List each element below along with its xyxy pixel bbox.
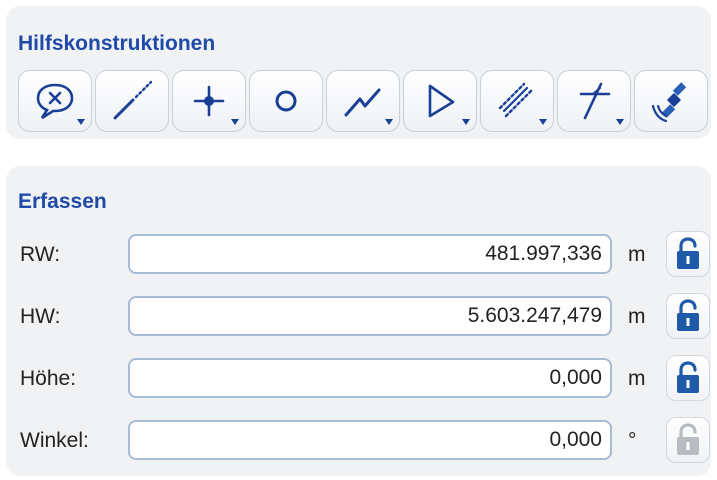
rw-unit: m — [628, 243, 646, 266]
hilfskonstruktionen-title: Hilfskonstruktionen — [18, 32, 216, 55]
tool-button-gps[interactable] — [634, 70, 708, 132]
tool-button-polyline[interactable] — [326, 70, 400, 132]
hw-input[interactable] — [128, 296, 612, 336]
angle-icon — [428, 84, 455, 118]
hoehe-label: Höhe: — [20, 367, 77, 390]
dotted-line-icon — [113, 80, 153, 120]
winkel-label: Winkel: — [20, 429, 89, 452]
tool-button-construction-line[interactable] — [95, 70, 169, 132]
dropdown-caret-icon — [616, 119, 624, 125]
point-crosshair-icon — [193, 85, 225, 117]
hoehe-input[interactable] — [128, 358, 612, 398]
dropdown-caret-icon — [539, 119, 547, 125]
hw-row: HW: m — [18, 293, 710, 340]
winkel-row: Winkel: ° — [18, 417, 710, 464]
winkel-unit: ° — [628, 429, 637, 452]
erfassen-title: Erfassen — [18, 190, 107, 213]
satellite-gps-icon — [651, 82, 687, 123]
winkel-input[interactable] — [128, 420, 612, 460]
hoehe-row: Höhe: m — [18, 355, 710, 402]
hoehe-unit: m — [628, 367, 646, 390]
rw-input[interactable] — [128, 234, 612, 274]
rw-row: RW: m — [18, 231, 710, 278]
speech-bubble-cross-icon — [36, 83, 74, 120]
disabled-padlock-icon — [677, 423, 699, 455]
hilfskonstruktionen-panel: Hilfskonstruktionen — [6, 6, 711, 139]
winkel-lock-button[interactable] — [666, 417, 710, 463]
rw-lock-button[interactable] — [666, 231, 710, 277]
construction-toolbar — [18, 70, 708, 132]
tool-button-annotation[interactable] — [18, 70, 92, 132]
unlocked-padlock-icon — [677, 361, 699, 393]
tool-button-point[interactable] — [172, 70, 246, 132]
erfassen-panel: Erfassen RW: m HW: m Höhe: m — [6, 166, 711, 476]
hw-lock-button[interactable] — [666, 293, 710, 339]
dropdown-caret-icon — [231, 119, 239, 125]
dropdown-caret-icon — [77, 119, 85, 125]
hw-label: HW: — [20, 305, 61, 328]
rw-label: RW: — [20, 243, 61, 266]
tool-button-parallel[interactable] — [480, 70, 554, 132]
tool-button-circle[interactable] — [249, 70, 323, 132]
tool-button-angle[interactable] — [403, 70, 477, 132]
perpendicular-icon — [579, 82, 611, 120]
hoehe-lock-button[interactable] — [666, 355, 710, 401]
unlocked-padlock-icon — [677, 237, 699, 269]
dropdown-caret-icon — [462, 119, 470, 125]
unlocked-padlock-icon — [677, 299, 699, 331]
parallel-lines-icon — [498, 82, 534, 118]
dropdown-caret-icon — [385, 119, 393, 125]
hw-unit: m — [628, 305, 646, 328]
circle-icon — [275, 90, 297, 112]
tool-button-perpendicular[interactable] — [557, 70, 631, 132]
polyline-icon — [344, 88, 381, 117]
